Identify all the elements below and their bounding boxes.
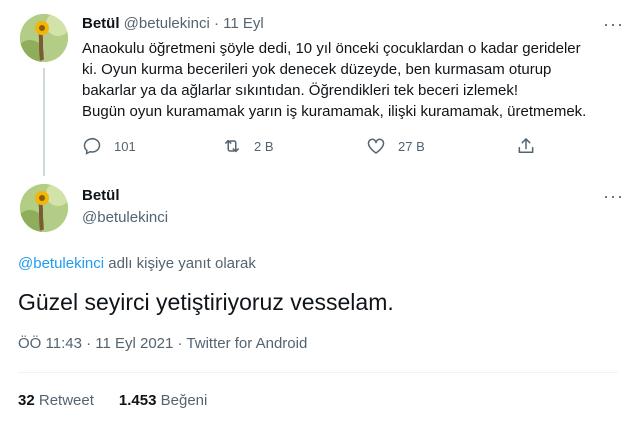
avatar[interactable] bbox=[20, 14, 68, 62]
separator: · bbox=[213, 15, 219, 32]
retweet-total: 32 bbox=[18, 392, 35, 409]
reply-mention-link[interactable]: @betulekinci bbox=[18, 255, 104, 272]
tweet-timestamp[interactable]: ÖÖ 11:43 · 11 Eyl 2021 · Twitter for And… bbox=[18, 334, 307, 354]
reply-context-label: adlı kişiye yanıt olarak bbox=[108, 255, 256, 272]
retweet-count: 2 B bbox=[254, 138, 274, 154]
author-name[interactable]: Betül bbox=[82, 15, 120, 32]
tweet-stats: 32 Retweet 1.453 Beğeni bbox=[18, 391, 207, 411]
likes-stat[interactable]: 1.453 Beğeni bbox=[119, 392, 207, 409]
tweet-header: Betül @betulekinci · 11 Eyl bbox=[82, 14, 264, 34]
reply-icon bbox=[83, 137, 101, 155]
author-handle[interactable]: @betulekinci bbox=[124, 15, 210, 32]
more-icon[interactable]: ··· bbox=[603, 15, 623, 37]
like-count: 27 B bbox=[398, 138, 425, 154]
retweets-stat[interactable]: 32 Retweet bbox=[18, 392, 94, 409]
avatar[interactable] bbox=[20, 184, 68, 232]
like-button[interactable]: 27 B bbox=[366, 136, 425, 156]
reply-context: @betulekinci adlı kişiye yanıt olarak bbox=[18, 254, 256, 274]
tweet-text-line: bakarlar ya da ağlarlar sıkıntıdan. Öğre… bbox=[82, 82, 519, 99]
share-icon bbox=[518, 138, 534, 153]
share-button[interactable] bbox=[516, 136, 548, 156]
author-handle[interactable]: @betulekinci bbox=[82, 208, 168, 228]
like-total: 1.453 bbox=[118, 392, 157, 409]
more-icon[interactable]: ··· bbox=[603, 187, 623, 209]
tweet-text-line: ki. Oyun kurma becerileri yok denecek dü… bbox=[82, 61, 552, 78]
heart-icon bbox=[367, 138, 385, 154]
tweet-text-line: Bugün oyun kuramamak yarın iş kuramamak,… bbox=[82, 103, 587, 120]
tweet-actions: 101 2 B 27 B bbox=[82, 136, 542, 160]
tweet-time[interactable]: 11 Eyl bbox=[223, 15, 264, 32]
tweet-text-line: Anaokulu öğretmeni şöyle dedi, 10 yıl ön… bbox=[82, 40, 581, 57]
author-name[interactable]: Betül bbox=[82, 186, 120, 206]
like-label: Beğeni bbox=[160, 392, 208, 409]
reply-count: 101 bbox=[114, 138, 136, 154]
reply-button[interactable]: 101 bbox=[82, 136, 136, 156]
tweet-text: Anaokulu öğretmeni şöyle dedi, 10 yıl ön… bbox=[82, 38, 622, 122]
divider bbox=[18, 372, 618, 373]
retweet-icon bbox=[225, 139, 239, 153]
retweet-button[interactable]: 2 B bbox=[222, 136, 274, 156]
retweet-label: Retweet bbox=[38, 392, 94, 409]
thread-line bbox=[43, 68, 45, 176]
tweet-text: Güzel seyirci yetiştiriyoruz vesselam. bbox=[18, 289, 394, 315]
